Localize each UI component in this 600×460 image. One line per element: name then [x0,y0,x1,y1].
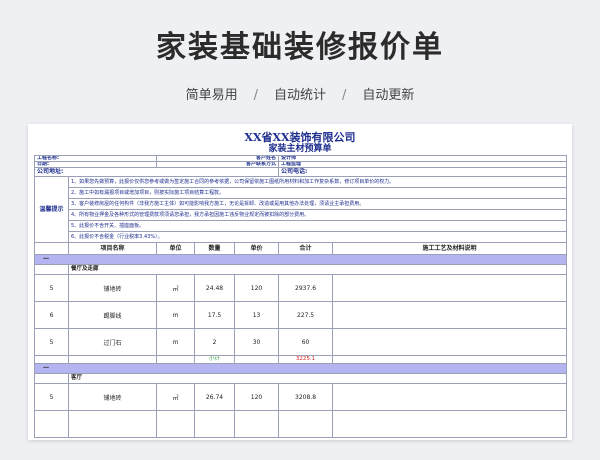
section-subtitle: 客厅 [67,373,568,384]
blank-cell [332,355,568,364]
section-subtitle: 餐厅及走廊 [67,264,568,275]
section-index: 一 [33,363,568,374]
blank-cell [278,410,334,438]
col-price: 单价 [233,242,280,255]
tip-6: 6、此报价不含税金（行业税率3.43%）。 [67,231,568,243]
separator: / [342,88,347,103]
col-note: 施工工艺及材料说明 [332,242,568,255]
blank-cell [34,355,69,364]
tip-1: 1、如果您先做预算，此报价仅供您参考或做为签定施工合同的参考依据，公司保留依施工… [67,176,568,188]
section-subtitle-row: 客厅 [34,373,568,384]
row-unit: ㎡ [156,274,195,302]
row-no: 5 [34,274,69,302]
row-qty: 2 [194,328,235,356]
row-note [332,274,568,302]
col-qty: 数量 [194,242,235,255]
section-subtitle-row: 餐厅及走廊 [34,264,568,275]
table-row: 5 铺地砖 ㎡ 26.74 120 3208.8 [34,383,568,411]
feature-easy: 简单易用 [185,88,238,103]
row-price: 13 [233,301,280,329]
section-row: 一 [33,363,568,374]
blank-cell [34,410,69,438]
row-total: 60 [278,328,334,356]
blank-cell [156,355,195,364]
blank-cell [34,264,69,275]
row-price: 30 [233,328,280,356]
row-unit: m [156,301,195,329]
separator: / [253,88,258,103]
blank-cell [156,410,195,438]
address-row: 公司地址: 公司电话: [33,167,568,177]
blank-cell [233,410,280,438]
table-row [34,410,568,438]
row-name: 铺地砖 [68,274,157,302]
row-price: 120 [233,383,280,411]
section-index: 一 [33,254,568,265]
feature-auto-stats: 自动统计 [273,88,326,103]
row-no: 6 [34,301,69,329]
feature-auto-update: 自动更新 [362,88,415,103]
row-no: 5 [34,383,69,411]
row-total: 3208.8 [278,383,334,411]
quote-table: 工程名称: 客户姓名 设计师 日期: 客户联系方式 工程监理 公司地址: 公司电… [33,155,568,438]
page-title: 家装基础装修报价单 [156,30,444,65]
subtotal-value: 3225.1 [278,355,334,364]
col-index [34,242,69,255]
table-row: 5 过门石 m 2 30 60 [34,328,568,356]
phone-label: 公司电话: [278,167,568,177]
row-name: 过门石 [68,328,157,356]
tips-label: 温馨提示 [34,176,69,243]
row-qty: 26.74 [194,383,235,411]
row-note [332,301,568,329]
section-row: 一 [33,254,568,265]
col-item-name: 项目名称 [68,242,157,255]
row-name: 踢脚线 [68,301,157,329]
row-qty: 17.5 [194,301,235,329]
blank-cell [34,373,69,384]
column-header-row: 项目名称 单位 数量 单价 合计 施工工艺及材料说明 [34,242,568,255]
row-unit: m [156,328,195,356]
subtotal-row: 小计 3225.1 [34,355,568,364]
address-label: 公司地址: [33,167,280,177]
row-note [332,328,568,356]
subtotal-label: 小计 [194,355,235,364]
row-note [332,383,568,411]
row-no: 5 [34,328,69,356]
blank-cell [68,410,157,438]
row-total: 227.5 [278,301,334,329]
row-name: 铺地砖 [68,383,157,411]
document-title: 家装主材预算单 [268,144,332,154]
tip-5: 5、此报价不含开关、插座面板。 [67,220,568,232]
table-row: 5 铺地砖 ㎡ 24.48 120 2937.6 [34,274,568,302]
row-price: 120 [233,274,280,302]
col-total: 合计 [278,242,334,255]
row-qty: 24.48 [194,274,235,302]
table-row: 6 踢脚线 m 17.5 13 227.5 [34,301,568,329]
company-name: XX省XX装饰有限公司 [244,131,356,144]
tip-3: 3、客户装修房屋的任何构件（非我方施工主体）如可能影响我方施工，无论是拆卸、改造… [67,198,568,210]
feature-tagline: 简单易用 / 自动统计 / 自动更新 [0,84,600,103]
quote-sheet: XX省XX装饰有限公司 家装主材预算单 工程名称: 客户姓名 设计师 日期: 客… [28,124,572,440]
blank-cell [332,410,568,438]
tip-2: 2、施工中如有漏报项目或增加项目，则按实际施工项目结算工程款。 [67,187,568,199]
row-total: 2937.6 [278,274,334,302]
col-unit: 单位 [156,242,195,255]
blank-cell [233,355,280,364]
tip-4: 4、所有物业押金及各种形式的管理费款项须请您承担，我方承担因施工违反物业规定而被… [67,209,568,221]
row-unit: ㎡ [156,383,195,411]
blank-cell [194,410,235,438]
blank-cell [68,355,157,364]
